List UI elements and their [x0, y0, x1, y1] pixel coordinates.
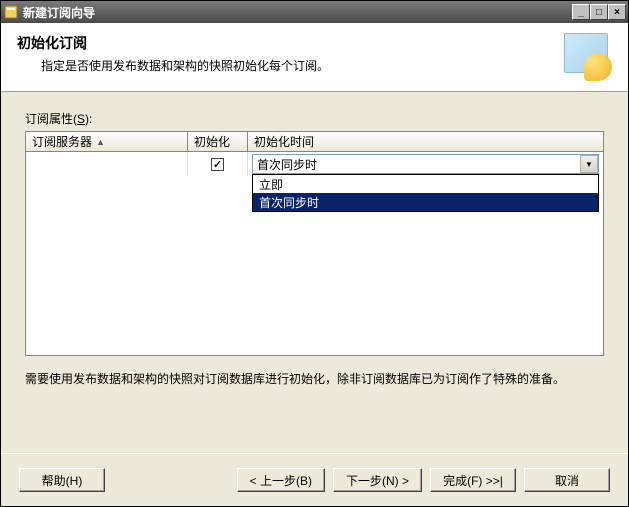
close-button[interactable]: × — [608, 4, 626, 20]
note-text: 需要使用发布数据和架构的快照对订阅数据库进行初始化，除非订阅数据库已为订阅作了特… — [25, 370, 604, 388]
button-bar: 帮助(H) < 上一步(B) 下一步(N) > 完成(F) >>| 取消 — [1, 454, 628, 506]
column-header-init[interactable]: 初始化 — [188, 132, 248, 151]
dropdown-selected-text: 首次同步时 — [253, 156, 580, 173]
page-title: 初始化订阅 — [17, 33, 564, 53]
table-row: ✓ 首次同步时 ▼ 立即 首次同步时 — [26, 152, 603, 176]
cell-server[interactable] — [26, 152, 188, 176]
wizard-header: 初始化订阅 指定是否使用发布数据和架构的快照初始化每个订阅。 — [1, 23, 628, 92]
cell-init[interactable]: ✓ — [188, 152, 248, 176]
init-time-dropdown[interactable]: 首次同步时 ▼ 立即 首次同步时 — [252, 154, 599, 174]
maximize-button[interactable]: □ — [590, 4, 608, 20]
cancel-button[interactable]: 取消 — [524, 468, 610, 492]
content-area: 订阅属性(S): 订阅服务器 ▲ 初始化 初始化时间 ✓ — [1, 92, 628, 453]
subscription-table: 订阅服务器 ▲ 初始化 初始化时间 ✓ 首次同步时 ▼ — [25, 131, 604, 356]
column-header-server[interactable]: 订阅服务器 ▲ — [26, 132, 188, 151]
window-icon — [3, 4, 19, 20]
subscription-properties-label: 订阅属性(S): — [25, 110, 604, 127]
wizard-window: 新建订阅向导 _ □ × 初始化订阅 指定是否使用发布数据和架构的快照初始化每个… — [0, 0, 629, 507]
wizard-icon — [564, 33, 612, 81]
dropdown-option-immediate[interactable]: 立即 — [253, 175, 598, 193]
table-header: 订阅服务器 ▲ 初始化 初始化时间 — [26, 132, 603, 152]
minimize-button[interactable]: _ — [572, 4, 590, 20]
finish-button[interactable]: 完成(F) >>| — [430, 468, 516, 492]
next-button[interactable]: 下一步(N) > — [333, 468, 422, 492]
sort-indicator-icon: ▲ — [96, 137, 105, 147]
title-bar: 新建订阅向导 _ □ × — [1, 1, 628, 23]
dropdown-list: 立即 首次同步时 — [252, 174, 599, 212]
window-title: 新建订阅向导 — [23, 4, 572, 21]
cell-time[interactable]: 首次同步时 ▼ 立即 首次同步时 — [248, 152, 603, 176]
dropdown-button-icon[interactable]: ▼ — [580, 155, 598, 173]
initialize-checkbox[interactable]: ✓ — [211, 158, 224, 171]
dropdown-option-firstsync[interactable]: 首次同步时 — [253, 193, 598, 211]
column-header-time[interactable]: 初始化时间 — [248, 132, 603, 151]
help-button[interactable]: 帮助(H) — [19, 468, 105, 492]
back-button[interactable]: < 上一步(B) — [237, 468, 325, 492]
page-subtitle: 指定是否使用发布数据和架构的快照初始化每个订阅。 — [17, 57, 564, 74]
window-controls: _ □ × — [572, 4, 626, 20]
